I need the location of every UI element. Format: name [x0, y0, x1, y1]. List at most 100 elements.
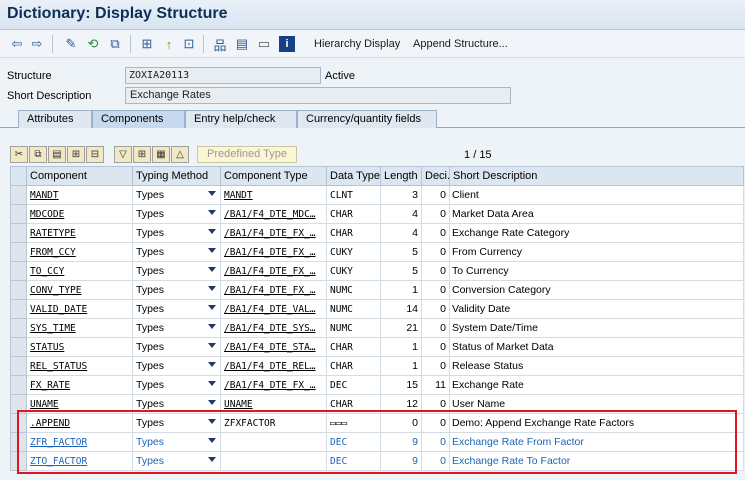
display-change-icon[interactable]: ⟲: [85, 36, 101, 52]
component-type-cell[interactable]: /BA1/F4_DTE_FX_…: [220, 261, 327, 281]
row-selector[interactable]: [10, 204, 27, 224]
typing-method-cell[interactable]: Types: [132, 242, 221, 262]
column-header[interactable]: Data Type: [326, 166, 381, 186]
column-header[interactable]: Short Description: [449, 166, 744, 186]
component-cell[interactable]: FX_RATE: [26, 375, 133, 395]
chevron-down-icon[interactable]: [208, 229, 216, 234]
structure-field[interactable]: ZOXIA20113: [125, 67, 321, 84]
component-cell[interactable]: MANDT: [26, 185, 133, 205]
chevron-down-icon[interactable]: [208, 343, 216, 348]
delete-row-icon[interactable]: ⊟: [86, 146, 104, 163]
cut-icon[interactable]: ✂: [10, 146, 28, 163]
sort-icon[interactable]: ▽: [114, 146, 132, 163]
typing-method-cell[interactable]: Types: [132, 299, 221, 319]
component-type-cell[interactable]: /BA1/F4_DTE_SYS…: [220, 318, 327, 338]
other-object-icon[interactable]: ✎: [63, 36, 79, 52]
table-row[interactable]: FX_RATE Types/BA1/F4_DTE_FX_… DEC 15 11 Excha…: [10, 375, 744, 395]
row-selector[interactable]: [10, 432, 27, 452]
typing-method-cell[interactable]: Types: [132, 451, 221, 471]
component-type-cell[interactable]: ZFXFACTOR: [220, 413, 327, 433]
component-type-cell[interactable]: /BA1/F4_DTE_REL…: [220, 356, 327, 376]
component-type-cell[interactable]: [220, 451, 327, 471]
append-structure-button[interactable]: Append Structure...: [413, 38, 508, 50]
component-cell[interactable]: CONV_TYPE: [26, 280, 133, 300]
chevron-down-icon[interactable]: [208, 248, 216, 253]
component-type-cell[interactable]: /BA1/F4_DTE_MDC…: [220, 204, 327, 224]
component-cell[interactable]: VALID_DATE: [26, 299, 133, 319]
row-selector[interactable]: [10, 261, 27, 281]
chevron-down-icon[interactable]: [208, 305, 216, 310]
component-cell[interactable]: .APPEND: [26, 413, 133, 433]
row-selector[interactable]: [10, 242, 27, 262]
component-type-cell[interactable]: MANDT: [220, 185, 327, 205]
tab-entry-help-check[interactable]: Entry help/check: [185, 110, 297, 128]
typing-method-cell[interactable]: Types: [132, 432, 221, 452]
component-type-cell[interactable]: /BA1/F4_DTE_VAL…: [220, 299, 327, 319]
component-cell[interactable]: SYS_TIME: [26, 318, 133, 338]
component-cell[interactable]: FROM_CCY: [26, 242, 133, 262]
row-selector[interactable]: [10, 299, 27, 319]
table-row[interactable]: TO_CCY Types/BA1/F4_DTE_FX_… CUKY 5 0 To Curr…: [10, 261, 744, 281]
column-header[interactable]: Typing Method: [132, 166, 221, 186]
component-type-cell[interactable]: /BA1/F4_DTE_FX_…: [220, 242, 327, 262]
typing-method-cell[interactable]: Types: [132, 261, 221, 281]
table-row[interactable]: MDCODE Types/BA1/F4_DTE_MDC… CHAR 4 0 Market …: [10, 204, 744, 224]
table-row[interactable]: FROM_CCY Types/BA1/F4_DTE_FX_… CUKY 5 0 From …: [10, 242, 744, 262]
chevron-down-icon[interactable]: [208, 400, 216, 405]
row-selector[interactable]: [10, 318, 27, 338]
typing-method-cell[interactable]: Types: [132, 394, 221, 414]
component-cell[interactable]: MDCODE: [26, 204, 133, 224]
table-row[interactable]: .APPEND Types ZFXFACTOR ▭▭▭ 0 0 Demo: Append E…: [10, 413, 744, 433]
hierarchy-display-button[interactable]: Hierarchy Display: [314, 38, 400, 50]
hierarchy-icon[interactable]: 品: [212, 36, 228, 53]
tab-components[interactable]: Components: [92, 110, 185, 128]
typing-method-cell[interactable]: Types: [132, 375, 221, 395]
short-description-field[interactable]: Exchange Rates: [125, 87, 511, 104]
chevron-down-icon[interactable]: [208, 210, 216, 215]
component-type-cell[interactable]: UNAME: [220, 394, 327, 414]
predefined-type-button[interactable]: Predefined Type: [197, 146, 297, 163]
table-row[interactable]: VALID_DATE Types/BA1/F4_DTE_VAL… NUMC 14 0 Va…: [10, 299, 744, 319]
component-cell[interactable]: STATUS: [26, 337, 133, 357]
row-selector[interactable]: [10, 356, 27, 376]
typing-method-cell[interactable]: Types: [132, 204, 221, 224]
select-all-icon[interactable]: ⊞: [133, 146, 151, 163]
row-selector[interactable]: [10, 394, 27, 414]
layout-icon[interactable]: ▭: [256, 36, 272, 52]
typing-method-cell[interactable]: Types: [132, 185, 221, 205]
info-icon[interactable]: i: [279, 36, 295, 52]
typing-method-cell[interactable]: Types: [132, 356, 221, 376]
row-selector[interactable]: [10, 280, 27, 300]
table-row[interactable]: UNAME Types UNAME CHAR 12 0 User Name: [10, 394, 744, 414]
details-icon[interactable]: ▦: [152, 146, 170, 163]
where-used-icon[interactable]: ⧉: [107, 36, 123, 52]
forward-icon[interactable]: ⇨: [29, 36, 45, 52]
column-header[interactable]: Component: [26, 166, 133, 186]
column-header[interactable]: Length: [380, 166, 422, 186]
table-row[interactable]: ZFR_FACTOR Types DEC 9 0 Exchange Rate From F…: [10, 432, 744, 452]
component-cell[interactable]: ZFR_FACTOR: [26, 432, 133, 452]
component-type-cell[interactable]: /BA1/F4_DTE_STA…: [220, 337, 327, 357]
triangle-icon[interactable]: △: [171, 146, 189, 163]
typing-method-cell[interactable]: Types: [132, 337, 221, 357]
table-row[interactable]: ZTO_FACTOR Types DEC 9 0 Exchange Rate To Fac…: [10, 451, 744, 471]
component-type-cell[interactable]: /BA1/F4_DTE_FX_…: [220, 223, 327, 243]
table-row[interactable]: SYS_TIME Types/BA1/F4_DTE_SYS… NUMC 21 0 Syst…: [10, 318, 744, 338]
component-cell[interactable]: REL_STATUS: [26, 356, 133, 376]
typing-method-cell[interactable]: Types: [132, 318, 221, 338]
tab-attributes[interactable]: Attributes: [18, 110, 92, 128]
row-selector-header[interactable]: [10, 166, 27, 186]
component-type-cell[interactable]: [220, 432, 327, 452]
table-row[interactable]: CONV_TYPE Types/BA1/F4_DTE_FX_… NUMC 1 0 Conv…: [10, 280, 744, 300]
component-type-cell[interactable]: /BA1/F4_DTE_FX_…: [220, 280, 327, 300]
row-selector[interactable]: [10, 375, 27, 395]
chevron-down-icon[interactable]: [208, 362, 216, 367]
chevron-down-icon[interactable]: [208, 381, 216, 386]
component-cell[interactable]: UNAME: [26, 394, 133, 414]
chevron-down-icon[interactable]: [208, 267, 216, 272]
typing-method-cell[interactable]: Types: [132, 280, 221, 300]
chevron-down-icon[interactable]: [208, 324, 216, 329]
object-list-icon[interactable]: ⊞: [139, 36, 155, 52]
chevron-down-icon[interactable]: [208, 438, 216, 443]
paste-icon[interactable]: ▤: [48, 146, 66, 163]
